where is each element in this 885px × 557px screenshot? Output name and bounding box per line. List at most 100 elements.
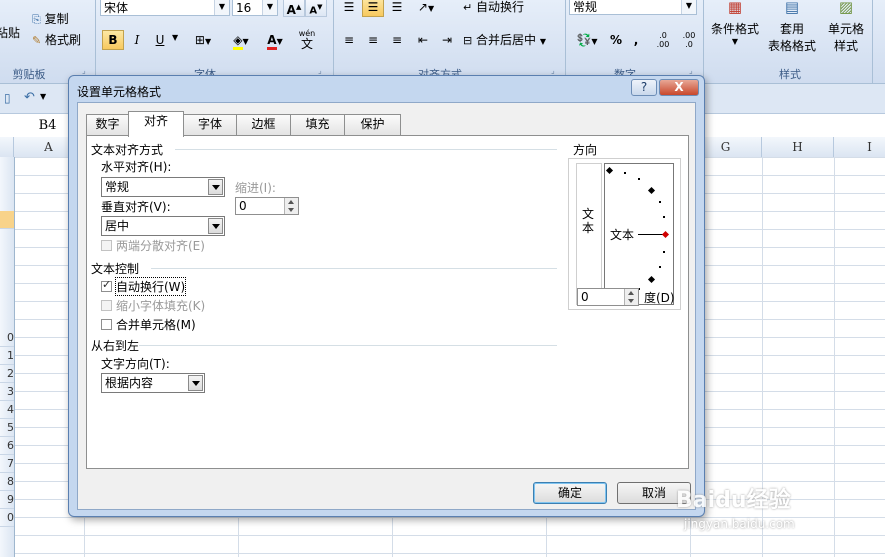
number-format-combo[interactable]: 常规 ▼ xyxy=(569,0,697,15)
chevron-down-icon[interactable]: ▼ xyxy=(681,0,696,14)
fill-color-button[interactable]: ◈▼ xyxy=(224,30,258,50)
font-launcher-icon[interactable]: ⌟ xyxy=(318,66,322,75)
chevron-down-icon[interactable] xyxy=(188,375,203,391)
paste-button[interactable]: 粘贴 xyxy=(0,24,20,41)
tab-font[interactable]: 字体 xyxy=(183,114,237,135)
increase-indent-button[interactable]: ⇥ xyxy=(436,30,458,50)
decrease-decimal-button[interactable]: .00 .0 xyxy=(677,30,701,50)
accounting-format-button[interactable]: 💱▼ xyxy=(569,30,605,50)
degrees-spinner[interactable]: 0 xyxy=(577,288,639,306)
tab-number[interactable]: 数字 xyxy=(86,114,129,135)
decrease-indent-button[interactable]: ⇤ xyxy=(412,30,434,50)
vertical-align-select[interactable]: 居中 xyxy=(101,216,225,236)
align-left-button[interactable]: ≡ xyxy=(338,30,360,50)
conditional-format-button[interactable]: ▦ 条件格式 ▼ xyxy=(710,0,760,46)
column-header-i[interactable]: I xyxy=(834,137,885,157)
select-all-corner[interactable] xyxy=(0,137,14,157)
tab-fill[interactable]: 填充 xyxy=(290,114,345,135)
row-header[interactable]: 1 xyxy=(0,347,14,365)
number-launcher-icon[interactable]: ⌟ xyxy=(689,66,693,75)
clipboard-launcher-icon[interactable]: ⌟ xyxy=(82,66,86,75)
indent-spinner[interactable]: 0 xyxy=(235,197,299,215)
chevron-down-icon[interactable]: ▼ xyxy=(262,0,277,15)
row-header[interactable]: 8 xyxy=(0,473,14,491)
column-header-h[interactable]: H xyxy=(762,137,834,157)
row-header[interactable]: 3 xyxy=(0,383,14,401)
help-button[interactable]: ? xyxy=(631,79,657,96)
row-header-selected[interactable] xyxy=(0,211,14,229)
tab-alignment[interactable]: 对齐 xyxy=(128,111,184,137)
percent-button[interactable]: % xyxy=(607,30,625,50)
orientation-sample-text: 文本 xyxy=(610,228,635,242)
format-painter-label: 格式刷 xyxy=(45,33,82,47)
format-painter-button[interactable]: ✎ 格式刷 xyxy=(32,31,81,48)
close-button[interactable]: X xyxy=(659,79,699,96)
shrink-to-fit-checkbox[interactable] xyxy=(101,300,112,311)
vertical-text-sample: 文本 xyxy=(582,207,595,235)
align-middle-button[interactable]: ☰ xyxy=(362,0,384,17)
font-color-button[interactable]: A▼ xyxy=(259,30,291,50)
chevron-down-icon[interactable]: ▼ xyxy=(214,0,229,15)
tab-protection[interactable]: 保护 xyxy=(344,114,401,135)
horizontal-align-select[interactable]: 常规 xyxy=(101,177,225,197)
ok-button[interactable]: 确定 xyxy=(533,482,607,504)
tab-border[interactable]: 边框 xyxy=(236,114,291,135)
align-top-button[interactable]: ☰ xyxy=(338,0,360,17)
font-name-combo[interactable]: 宋体 ▼ xyxy=(100,0,230,16)
new-document-icon[interactable]: ▯ xyxy=(4,91,11,105)
align-bottom-button[interactable]: ☰ xyxy=(386,0,408,17)
degrees-label: 度(D) xyxy=(644,291,675,305)
vertical-align-label: 垂直对齐(V): xyxy=(101,200,171,214)
dial-mark-90 xyxy=(605,166,614,175)
dial-tick xyxy=(663,216,665,218)
borders-button[interactable]: ⊞▼ xyxy=(188,30,218,50)
spinner-arrows-icon[interactable] xyxy=(624,289,638,305)
orientation-dial[interactable]: 文本 xyxy=(604,163,674,305)
row-header[interactable]: 5 xyxy=(0,419,14,437)
row-header[interactable]: 2 xyxy=(0,365,14,383)
shrink-font-button[interactable]: A▼ xyxy=(305,0,327,17)
alignment-launcher-icon[interactable]: ⌟ xyxy=(551,66,555,75)
bold-button[interactable]: B xyxy=(102,30,124,50)
rtl-section: 从右到左 xyxy=(91,339,140,353)
font-name-value: 宋体 xyxy=(104,1,129,15)
row-header[interactable]: 0 xyxy=(0,329,14,347)
row-header[interactable]: 7 xyxy=(0,455,14,473)
vertical-text-box[interactable]: 文本 xyxy=(576,163,602,305)
font-size-combo[interactable]: 16 ▼ xyxy=(232,0,278,16)
row-header[interactable]: 0 xyxy=(0,509,14,527)
grow-font-button[interactable]: A▲ xyxy=(283,0,305,17)
row-header[interactable]: 4 xyxy=(0,401,14,419)
phonetic-button[interactable]: wén 文 xyxy=(293,28,321,50)
merge-cells-checkbox[interactable] xyxy=(101,319,112,330)
italic-button[interactable]: I xyxy=(126,30,148,50)
wrap-text-checkbox[interactable]: ✓ xyxy=(101,278,112,292)
orientation-button[interactable]: ↗▼ xyxy=(412,0,440,17)
wrap-text-button[interactable]: ↵ 自动换行 xyxy=(462,0,536,17)
chevron-down-icon[interactable] xyxy=(208,218,223,234)
merge-center-button[interactable]: ⊟ 合并后居中 ▼ xyxy=(462,30,562,50)
align-center-button[interactable]: ≡ xyxy=(362,30,384,50)
spinner-arrows-icon[interactable] xyxy=(284,198,298,214)
currency-icon: 💱 xyxy=(576,33,592,47)
row-header[interactable]: 6 xyxy=(0,437,14,455)
copy-button[interactable]: ⎘ 复制 xyxy=(32,10,69,27)
underline-dropdown-icon[interactable]: ▼ xyxy=(172,33,178,42)
chevron-down-icon[interactable]: ▼ xyxy=(40,92,46,101)
text-direction-select[interactable]: 根据内容 xyxy=(101,373,205,393)
align-right-button[interactable]: ≡ xyxy=(386,30,408,50)
row-header[interactable]: 9 xyxy=(0,491,14,509)
dial-tick xyxy=(659,201,661,203)
undo-icon[interactable]: ↶ xyxy=(24,90,35,105)
dial-mark-minus45 xyxy=(647,275,656,284)
format-as-table-button[interactable]: ▤ 套用 表格格式 xyxy=(762,0,822,54)
cell-styles-button[interactable]: ▨ 单元格 样式 xyxy=(824,0,868,54)
help-icon: ? xyxy=(640,80,648,94)
underline-button[interactable]: U xyxy=(150,30,170,50)
justify-distributed-checkbox[interactable] xyxy=(101,240,112,251)
increase-decimal-button[interactable]: .0 .00 xyxy=(651,30,675,50)
justify-distributed-label: 两端分散对齐(E) xyxy=(116,239,205,253)
orientation-handle[interactable] xyxy=(661,230,670,239)
chevron-down-icon[interactable] xyxy=(208,179,223,195)
comma-button[interactable]: , xyxy=(627,30,645,50)
